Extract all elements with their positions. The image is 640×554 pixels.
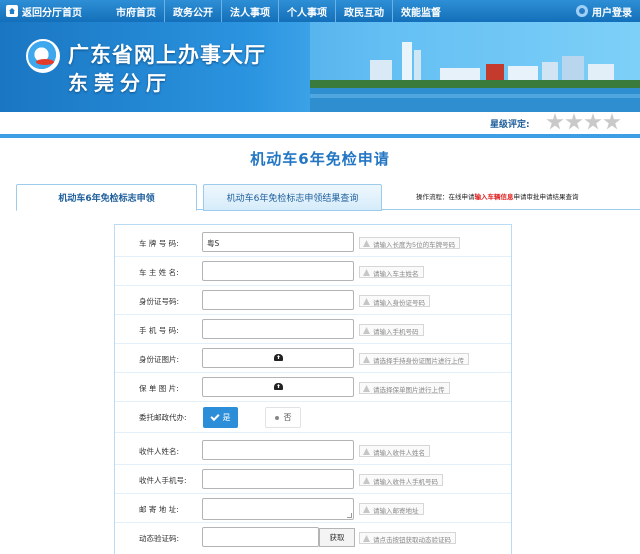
upload-cloud-icon <box>274 383 283 390</box>
recipient-phone-label: 收件人手机号: <box>139 476 187 485</box>
get-captcha-button[interactable]: 获取 <box>319 528 355 547</box>
postal-agent-yes-label: 是 <box>222 413 231 422</box>
plate-input[interactable]: 粤S <box>202 232 354 252</box>
plate-hint: 请输入长度为5位的车牌号码 <box>359 237 461 249</box>
home-icon <box>6 5 18 17</box>
recipient-name-hint: 请输入收件人姓名 <box>359 445 430 457</box>
recipient-phone-hint: 请输入收件人手机号码 <box>359 474 443 486</box>
banner-title: 广东省网上办事大厅 <box>68 43 266 67</box>
form-row-recipient-phone: 收件人手机号: 请输入收件人手机号码 <box>115 465 511 494</box>
phone-label: 手 机 号 码: <box>139 326 179 335</box>
captcha-hint: 请点击按钮获取动态验证码 <box>359 532 456 544</box>
policy-photo-hint: 请选择保单图片进行上传 <box>359 382 450 394</box>
star-icon[interactable] <box>546 113 564 130</box>
back-to-home-label: 返回分厅首页 <box>22 7 82 19</box>
user-icon <box>576 5 588 17</box>
form-row-postal-agent: 委托邮政代办: 是 否 <box>115 402 511 433</box>
star-icon[interactable] <box>603 113 621 130</box>
form-row-captcha: 动态验证码: 获取 请点击按钮获取动态验证码 <box>115 523 511 552</box>
form-row-id-photo: 身份证图片: 请选择手持身份证图片进行上传 <box>115 344 511 373</box>
nav-item-efficiency-supervision[interactable]: 效能监督 <box>392 0 449 22</box>
top-nav-bar: 返回分厅首页 市府首页 政务公开 法人事项 个人事项 政民互动 效能监督 用户登… <box>0 0 640 22</box>
upload-cloud-icon <box>274 354 283 361</box>
star-icon[interactable] <box>565 113 583 130</box>
recipient-name-input[interactable] <box>202 440 354 460</box>
banner-subtitle: 东莞分厅 <box>68 71 172 95</box>
form-row-address: 邮 寄 地 址: 请输入邮寄地址 <box>115 494 511 523</box>
id-number-label: 身份证号码: <box>139 297 180 306</box>
tab-result-query[interactable]: 机动车6年免检标志申领结果查询 <box>203 184 382 211</box>
radio-dot-icon <box>274 415 279 420</box>
nav-item-personal[interactable]: 个人事项 <box>278 0 335 22</box>
main-nav: 市府首页 政务公开 法人事项 个人事项 政民互动 效能监督 <box>108 0 449 22</box>
back-to-home-link[interactable]: 返回分厅首页 <box>0 0 100 22</box>
address-label: 邮 寄 地 址: <box>139 505 179 514</box>
process-steps: 操作流程：在线申请输入车辆信息申请审批申请结果查询 <box>416 191 579 201</box>
owner-name-input[interactable] <box>202 261 354 281</box>
postal-agent-label: 委托邮政代办: <box>139 413 187 422</box>
id-number-input[interactable] <box>202 290 354 310</box>
user-login-label: 用户登录 <box>592 7 632 19</box>
nav-item-public-interaction[interactable]: 政民互动 <box>335 0 392 22</box>
owner-label: 车 主 姓 名: <box>139 268 179 277</box>
id-photo-label: 身份证图片: <box>139 355 180 364</box>
page-title: 机动车6年免检申请 <box>250 150 390 168</box>
check-icon <box>209 411 220 422</box>
nav-item-city-home[interactable]: 市府首页 <box>108 0 164 22</box>
process-suffix: 申请审批申请结果查询 <box>513 193 579 201</box>
user-login-link[interactable]: 用户登录 <box>576 0 632 22</box>
recipient-name-label: 收件人姓名: <box>139 447 180 456</box>
postal-agent-no-option[interactable]: 否 <box>265 407 301 428</box>
form-row-recipient-name: 收件人姓名: 请输入收件人姓名 <box>115 436 511 465</box>
plate-label: 车 牌 号 码: <box>139 239 179 248</box>
form-row-plate: 车 牌 号 码: 粤S 请输入长度为5位的车牌号码 <box>115 228 511 257</box>
policy-photo-upload[interactable] <box>202 377 354 397</box>
application-form: 车 牌 号 码: 粤S 请输入长度为5位的车牌号码 车 主 姓 名: 请输入车主… <box>114 224 512 554</box>
captcha-input[interactable] <box>202 527 319 547</box>
owner-hint: 请输入车主姓名 <box>359 266 424 278</box>
id-number-hint: 请输入身份证号码 <box>359 295 430 307</box>
star-icon[interactable] <box>584 113 602 130</box>
captcha-label: 动态验证码: <box>139 534 180 543</box>
star-rating[interactable] <box>546 113 622 131</box>
nav-item-government-affairs[interactable]: 政务公开 <box>164 0 221 22</box>
guangdong-logo <box>26 39 60 73</box>
id-photo-hint: 请选择手持身份证图片进行上传 <box>359 353 469 365</box>
address-hint: 请输入邮寄地址 <box>359 503 424 515</box>
form-row-policy-photo: 保 单 图 片: 请选择保单图片进行上传 <box>115 373 511 402</box>
postal-agent-no-label: 否 <box>283 413 292 422</box>
id-photo-upload[interactable] <box>202 348 354 368</box>
rating-label: 星级评定: <box>490 120 530 130</box>
nav-item-legal-person[interactable]: 法人事项 <box>221 0 278 22</box>
resize-handle-icon[interactable] <box>347 513 352 518</box>
form-row-owner: 车 主 姓 名: 请输入车主姓名 <box>115 257 511 286</box>
rating-bar: 星级评定: <box>0 112 640 138</box>
phone-hint: 请输入手机号码 <box>359 324 424 336</box>
form-row-id-number: 身份证号码: 请输入身份证号码 <box>115 286 511 315</box>
process-current-step: 输入车辆信息 <box>474 193 514 201</box>
policy-photo-label: 保 单 图 片: <box>139 384 179 393</box>
phone-input[interactable] <box>202 319 354 339</box>
postal-agent-yes-option[interactable]: 是 <box>203 407 238 428</box>
recipient-phone-input[interactable] <box>202 469 354 489</box>
form-row-phone: 手 机 号 码: 请输入手机号码 <box>115 315 511 344</box>
process-prefix: 操作流程：在线申请 <box>416 193 475 201</box>
tab-sticker-application[interactable]: 机动车6年免检标志申领 <box>16 184 197 211</box>
city-skyline-image <box>310 22 640 112</box>
header-banner: 广东省网上办事大厅 东莞分厅 <box>0 22 640 112</box>
address-textarea[interactable] <box>202 498 354 520</box>
